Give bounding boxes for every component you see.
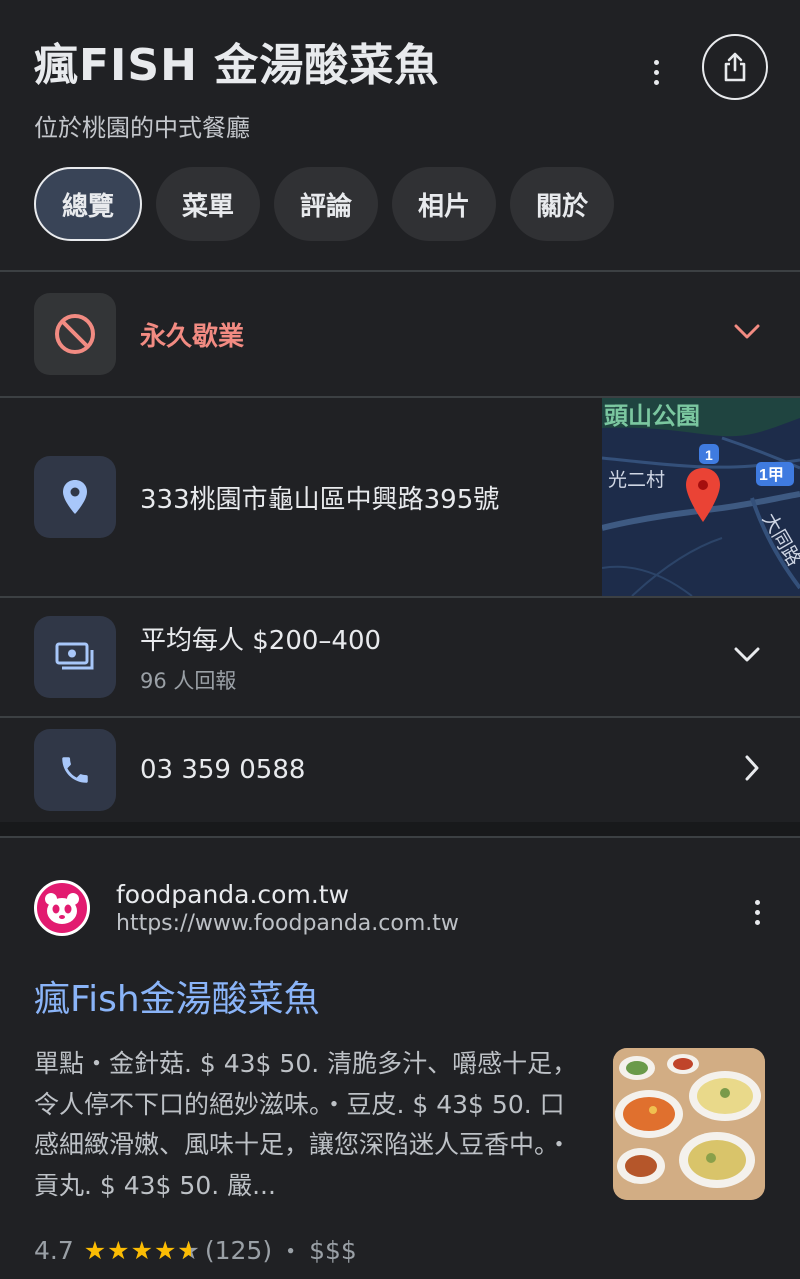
result-body: 單點・金針菇. $ 43$ 50. 清脆多汁、嚼感十足，令人停不下口的絕妙滋味。… [34, 1044, 766, 1206]
money-icon [55, 642, 94, 670]
place-subtitle: 位於桃園的中式餐廳 [34, 114, 250, 142]
rating-stars-icon: ★★★★★ ★ [83, 1235, 201, 1265]
phone-text: 03 359 0588 [140, 755, 306, 785]
rating-value: 4.7 [34, 1235, 74, 1265]
map-label-park: 頭山公園 [604, 403, 700, 430]
address-row[interactable]: 333桃園市龜山區中興路395號 頭山公園 光二村 1 1甲 大同路 [0, 398, 800, 596]
map-thumbnail[interactable]: 頭山公園 光二村 1 1甲 大同路 [602, 398, 800, 596]
separator: ・ [278, 1237, 304, 1266]
result-rating-row: 4.7 ★★★★★ ★ (125) ・ $$$ [34, 1232, 766, 1268]
status-icon-box [34, 293, 116, 375]
blocked-icon [55, 314, 95, 354]
phone-icon-box [34, 729, 116, 811]
result-snippet: 單點・金針菇. $ 43$ 50. 清脆多汁、嚼感十足，令人停不下口的絕妙滋味。… [34, 1049, 578, 1200]
result-site-name: foodpanda.com.tw [116, 880, 350, 909]
foodpanda-logo-icon [34, 880, 90, 936]
phone-row[interactable]: 03 359 0588 [0, 718, 800, 822]
map-route-1a: 1甲 [759, 466, 784, 484]
web-result: foodpanda.com.tw https://www.foodpanda.c… [0, 838, 800, 1268]
result-site-info: foodpanda.com.tw https://www.foodpanda.c… [116, 880, 459, 936]
tab-photos[interactable]: 相片 [392, 167, 497, 241]
section-gap [0, 822, 800, 836]
result-source[interactable]: foodpanda.com.tw https://www.foodpanda.c… [34, 880, 766, 936]
location-pin-icon [63, 480, 87, 514]
chevron-down-icon[interactable] [734, 324, 760, 344]
tab-bar: 總覽 菜單 評論 相片 關於 [0, 167, 800, 241]
price-icon-box [34, 616, 116, 698]
price-text: 平均每人 $200–400 [140, 625, 382, 656]
price-row[interactable]: 平均每人 $200–400 96 人回報 [0, 598, 800, 716]
result-site-url: https://www.foodpanda.com.tw [116, 911, 459, 936]
place-header: 瘋FISH 金湯酸菜魚 位於桃園的中式餐廳 [0, 0, 800, 143]
tab-menu[interactable]: 菜單 [156, 167, 261, 241]
chevron-down-icon[interactable] [734, 647, 760, 667]
chevron-right-icon[interactable] [744, 755, 760, 785]
review-count: (125) [204, 1235, 273, 1265]
tab-reviews[interactable]: 評論 [274, 167, 379, 241]
result-more-icon[interactable] [755, 900, 760, 925]
price-level: $$$ [309, 1235, 357, 1265]
share-button[interactable] [702, 34, 768, 100]
share-icon [724, 52, 746, 82]
address-text: 333桃園市龜山區中興路395號 [140, 484, 500, 515]
map-route-1: 1 [705, 447, 713, 463]
price-info: 平均每人 $200–400 96 人回報 [140, 620, 381, 695]
address-icon-box [34, 456, 116, 538]
tab-about[interactable]: 關於 [510, 167, 615, 241]
result-title-link[interactable]: 瘋Fish金湯酸菜魚 [34, 970, 766, 1022]
phone-icon [62, 757, 88, 783]
status-text: 永久歇業 [140, 321, 245, 352]
status-row[interactable]: 永久歇業 [0, 272, 800, 396]
more-options-icon[interactable] [644, 54, 668, 90]
price-sub: 96 人回報 [140, 668, 237, 693]
tab-overview[interactable]: 總覽 [34, 167, 143, 241]
map-label-village: 光二村 [608, 469, 665, 491]
result-thumbnail[interactable] [613, 1048, 765, 1200]
